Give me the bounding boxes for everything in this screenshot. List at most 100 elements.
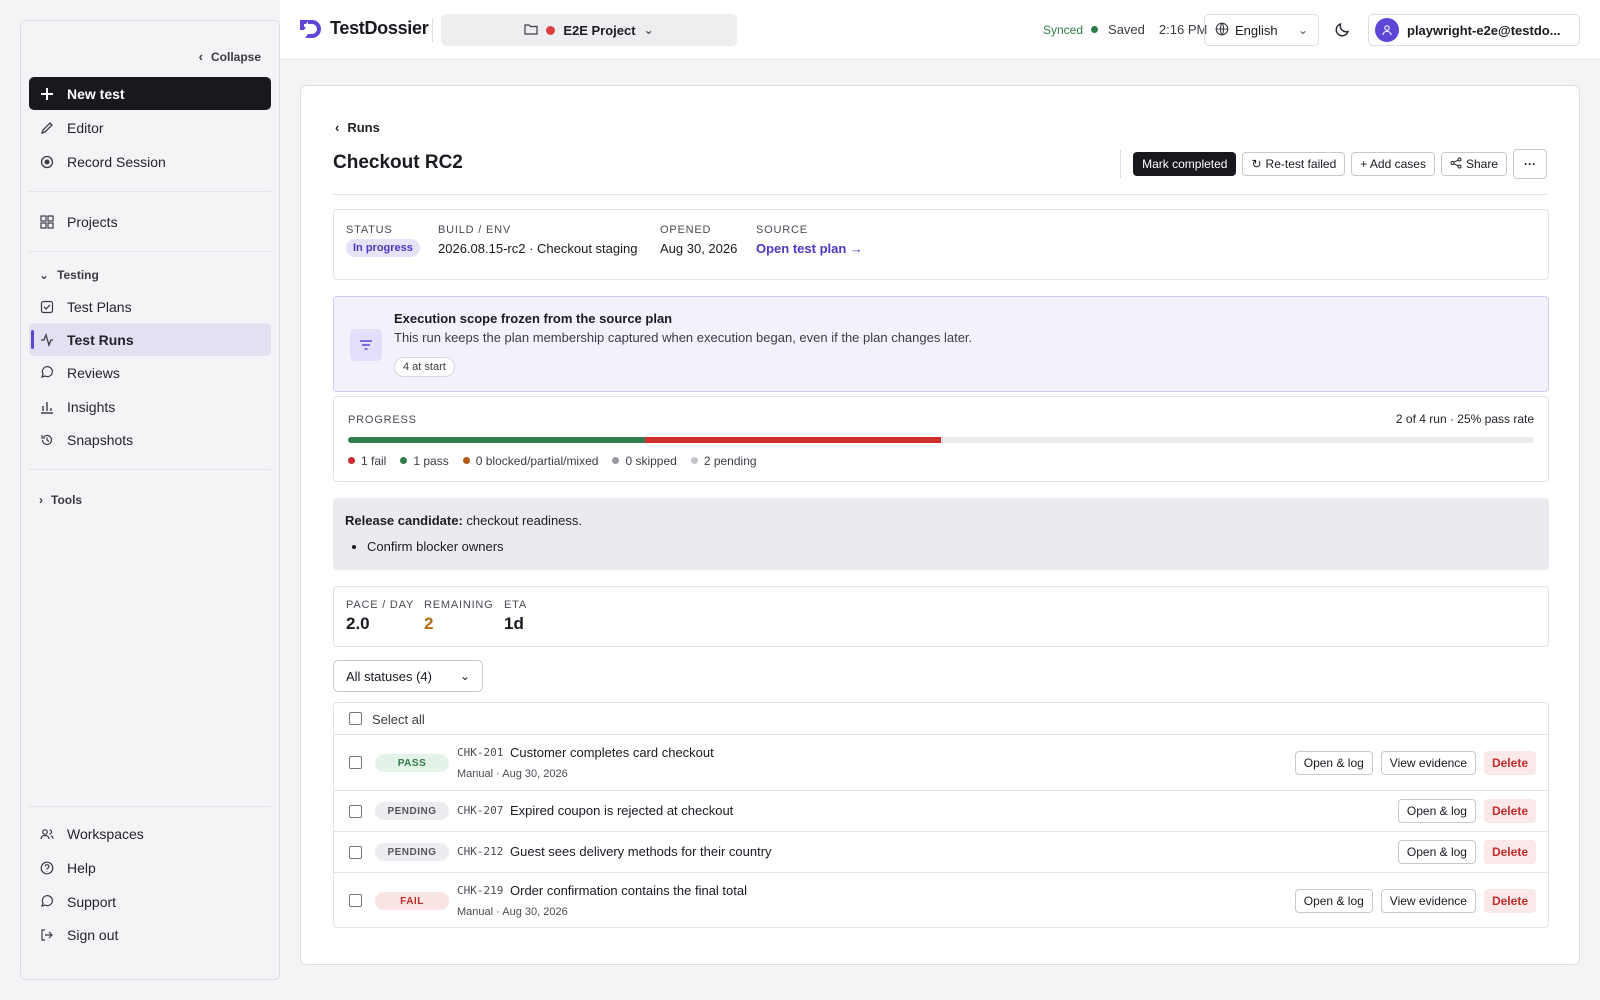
skipped-dot [612, 457, 620, 465]
case-id: CHK-212 [457, 845, 504, 858]
row-checkbox[interactable] [349, 805, 362, 818]
legend-label: 0 blocked/partial/mixed [475, 454, 599, 468]
case-meta: Manual · Aug 30, 2026 [457, 906, 568, 918]
theme-toggle[interactable] [1334, 20, 1354, 40]
project-color-dot [546, 25, 556, 35]
pencil-icon [39, 120, 55, 136]
collapse-button[interactable]: ‹ Collapse [199, 49, 261, 64]
case-meta: Manual · Aug 30, 2026 [457, 768, 568, 780]
row-checkbox[interactable] [349, 756, 362, 769]
chevron-right-icon: › [39, 493, 43, 507]
meta-label: BUILD / ENV [438, 224, 511, 236]
collapse-label: Collapse [210, 49, 261, 64]
language-select[interactable]: English ⌄ [1204, 14, 1319, 46]
section-tools[interactable]: › Tools [39, 493, 82, 507]
chevron-down-icon: ⌄ [39, 268, 50, 282]
row-actions: Open & log Delete [1397, 840, 1536, 864]
divider [333, 194, 1547, 195]
legend-fail: 1 fail [348, 454, 386, 468]
table-row[interactable]: FAIL CHK-219 Order confirmation contains… [334, 873, 1548, 929]
sidebar-item-test-runs[interactable]: Test Runs [29, 323, 271, 356]
sidebar-item-label: Workspaces [67, 825, 144, 842]
meta-label: OPENED [660, 224, 712, 236]
chevron-down-icon: ⌄ [459, 669, 470, 683]
table-row[interactable]: PENDING CHK-207 Expired coupon is reject… [334, 791, 1548, 832]
pace-label: PACE / DAY [346, 599, 415, 611]
sync-status: Synced Saved 2:16 PM [1043, 22, 1207, 37]
back-to-runs-link[interactable]: ‹ Runs [335, 120, 380, 135]
status-filter-select[interactable]: All statuses (4) ⌄ [333, 660, 483, 692]
retest-failed-label: Re-test failed [1265, 157, 1337, 171]
pending-dot [690, 457, 698, 465]
open-log-button[interactable]: Open & log [1294, 751, 1373, 775]
project-selector[interactable]: E2E Project ⌄ [441, 14, 737, 46]
open-log-button[interactable]: Open & log [1294, 889, 1373, 913]
status-badge: PASS [375, 754, 449, 772]
sidebar-item-record-session[interactable]: Record Session [29, 145, 271, 178]
pace-per-day: PACE / DAY 2.0 [346, 599, 414, 634]
notes-bullet: Confirm blocker owners [367, 539, 1537, 554]
case-id: CHK-219 [457, 884, 504, 897]
table-row[interactable]: PENDING CHK-212 Guest sees delivery meth… [334, 832, 1548, 873]
mark-completed-button[interactable]: Mark completed [1133, 152, 1237, 176]
open-log-button[interactable]: Open & log [1397, 840, 1476, 864]
run-actions: Mark completed ↻ Re-test failed + Add ca… [1120, 149, 1547, 179]
divider [29, 191, 271, 192]
retest-failed-button[interactable]: ↻ Re-test failed [1242, 152, 1346, 176]
sidebar-item-projects[interactable]: Projects [29, 205, 271, 238]
delete-button[interactable]: Delete [1483, 799, 1536, 823]
progress-summary: 2 of 4 run · 25% pass rate [1395, 412, 1534, 426]
new-test-label: New test [67, 85, 125, 102]
delete-button[interactable]: Delete [1483, 751, 1536, 775]
status-badge: In progress [346, 239, 420, 257]
scope-description: This run keeps the plan membership captu… [394, 330, 973, 345]
add-cases-button[interactable]: + Add cases [1351, 152, 1435, 176]
record-icon [39, 154, 55, 170]
delete-button[interactable]: Delete [1483, 840, 1536, 864]
meta-label: SOURCE [756, 224, 808, 236]
language-value: English [1235, 22, 1278, 38]
sidebar-item-snapshots[interactable]: Snapshots [29, 423, 271, 456]
save-status: Saved [1108, 22, 1145, 37]
history-icon [39, 432, 55, 448]
sidebar-item-workspaces[interactable]: Workspaces [29, 817, 271, 850]
row-checkbox[interactable] [349, 846, 362, 859]
sidebar-item-reviews[interactable]: Reviews [29, 356, 271, 389]
progress-legend: 1 fail 1 pass 0 blocked/partial/mixed 0 … [348, 454, 757, 468]
legend-pass: 1 pass [400, 454, 449, 468]
sidebar-item-help[interactable]: Help [29, 851, 271, 884]
case-name: Order confirmation contains the final to… [510, 883, 748, 898]
sidebar-item-insights[interactable]: Insights [29, 390, 271, 423]
open-log-button[interactable]: Open & log [1397, 799, 1476, 823]
delete-button[interactable]: Delete [1483, 889, 1536, 913]
section-testing[interactable]: ⌄ Testing [39, 268, 99, 282]
new-test-button[interactable]: New test [29, 77, 271, 110]
sidebar-item-support[interactable]: Support [29, 885, 271, 918]
users-icon [39, 826, 55, 842]
chat-icon [39, 365, 55, 381]
row-checkbox[interactable] [349, 894, 362, 907]
app-logo[interactable]: TestDossier [300, 18, 429, 39]
share-button[interactable]: Share [1440, 152, 1507, 176]
view-evidence-button[interactable]: View evidence [1380, 889, 1476, 913]
logout-icon [39, 927, 55, 943]
avatar [1375, 18, 1399, 42]
sidebar-item-label: Support [67, 893, 117, 910]
open-test-plan-link[interactable]: Open test plan → [756, 241, 863, 256]
select-all-checkbox[interactable] [349, 712, 362, 725]
run-detail-card: ‹ Runs Checkout RC2 Mark completed ↻ Re-… [300, 85, 1580, 965]
sidebar-item-label: Test Plans [67, 298, 132, 315]
user-menu[interactable]: playwright-e2e@testdo... [1368, 14, 1580, 46]
sidebar-item-sign-out[interactable]: Sign out [29, 918, 271, 951]
more-icon: ··· [1524, 157, 1536, 171]
table-row[interactable]: PASS CHK-201 Customer completes card che… [334, 735, 1548, 791]
sidebar: ‹ Collapse New test Editor Record Sessio… [20, 20, 280, 980]
sidebar-item-test-plans[interactable]: Test Plans [29, 290, 271, 323]
pace-panel: PACE / DAY 2.0 REMAINING 2 ETA 1d [333, 586, 1549, 647]
view-evidence-button[interactable]: View evidence [1380, 751, 1476, 775]
plus-icon [39, 86, 55, 102]
legend-blocked: 0 blocked/partial/mixed [462, 454, 599, 468]
sidebar-item-editor[interactable]: Editor [29, 111, 271, 144]
app-name: TestDossier [330, 18, 429, 38]
more-options-button[interactable]: ··· [1513, 149, 1547, 179]
